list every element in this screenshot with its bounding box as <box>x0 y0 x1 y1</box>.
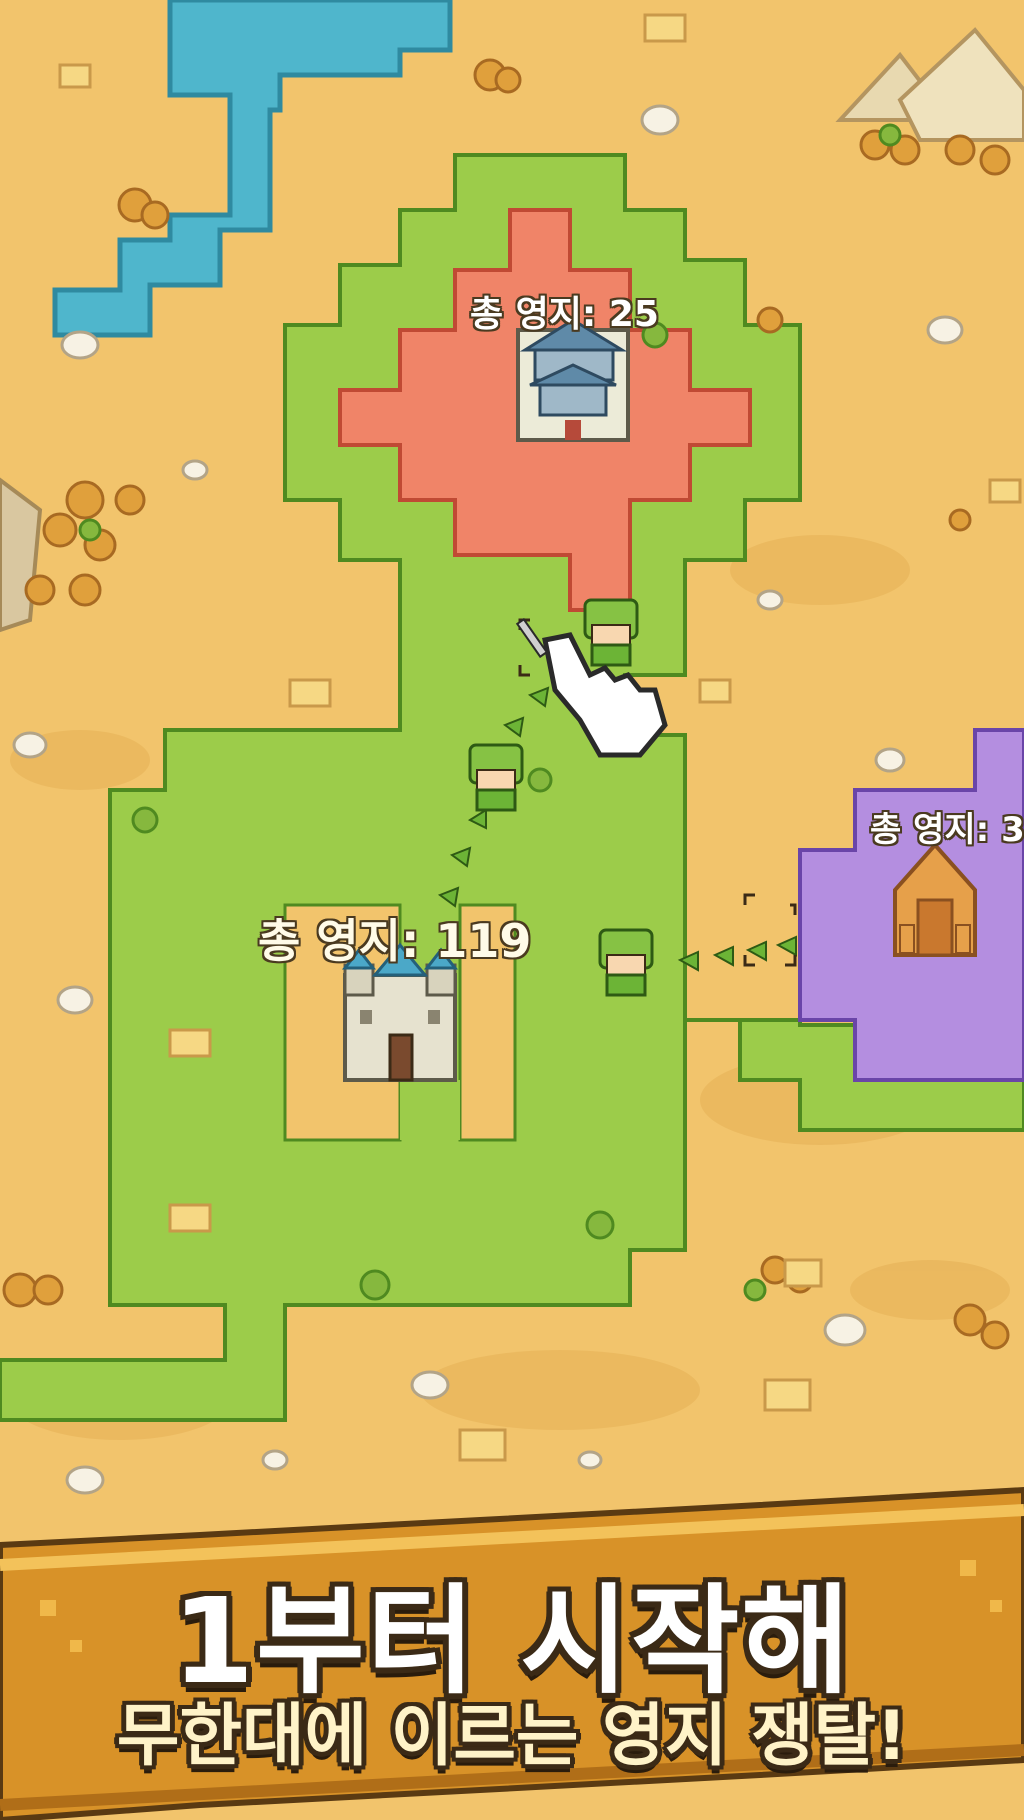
pagoda-castle-icon <box>516 318 630 442</box>
soldier-icon <box>598 928 654 997</box>
soldier-icon <box>468 743 524 812</box>
game-screen: 총 영지: 25 총 영지: 119 총 영지: 3 1부터 시작해 무한대에 … <box>0 0 1024 1820</box>
soldier-icon <box>583 598 639 667</box>
territory-count-label: 총 영지: 3 <box>870 810 1024 850</box>
territory-count-label: 총 영지: 25 <box>470 294 659 335</box>
banner-subtitle: 무한대에 이르는 영지 쟁탈! <box>116 1697 908 1776</box>
territory-count-label: 총 영지: 119 <box>258 914 532 968</box>
